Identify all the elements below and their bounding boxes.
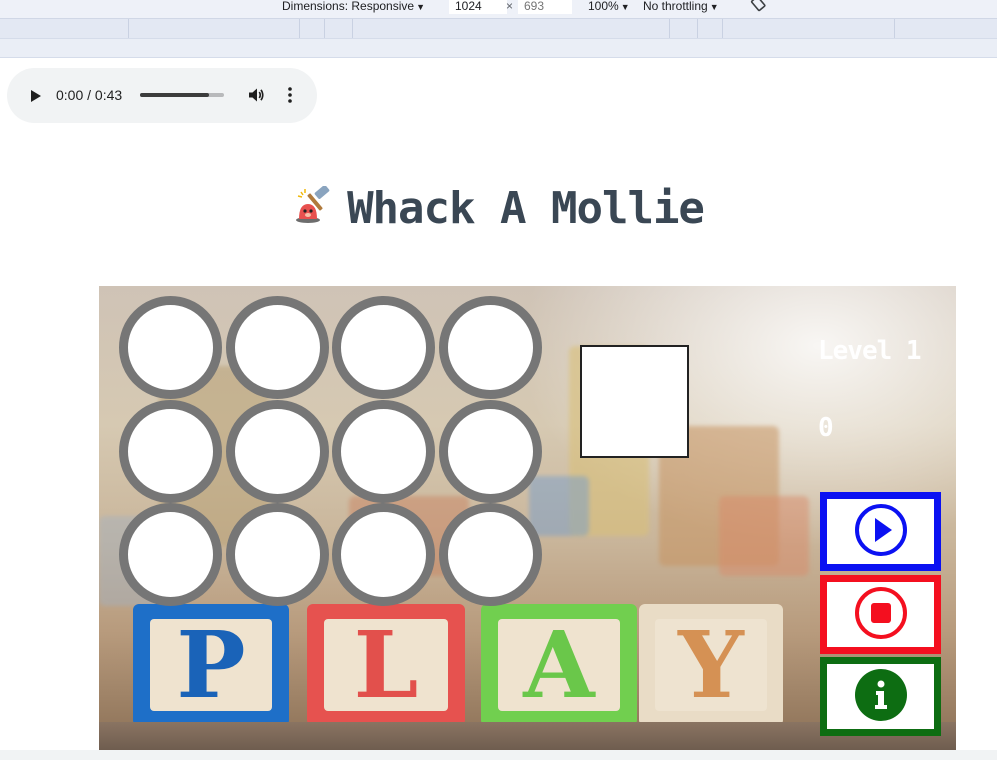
height-input[interactable]: [518, 0, 572, 14]
block-y: Y: [639, 604, 783, 726]
block-letter: P: [176, 611, 246, 719]
play-circle-icon: [854, 503, 908, 561]
block-p: P: [133, 604, 289, 726]
mole-hole[interactable]: [119, 399, 222, 503]
bottom-strip: [0, 750, 997, 760]
mole-hole[interactable]: [438, 296, 542, 399]
mole-preview-box: [580, 345, 689, 458]
info-button[interactable]: [820, 657, 941, 736]
play-icon[interactable]: [29, 88, 43, 107]
mole-hole[interactable]: [438, 399, 542, 503]
caret-down-icon: ▼: [620, 2, 630, 12]
mole-holes-grid: [119, 296, 545, 607]
mole-hole[interactable]: [438, 503, 542, 606]
game-board: P L A Y Level 1 0: [99, 286, 956, 750]
audio-progress-slider[interactable]: [140, 93, 224, 97]
mole-hole[interactable]: [119, 503, 222, 606]
audio-time: 0:00 / 0:43: [56, 87, 123, 103]
rotate-icon[interactable]: [750, 0, 768, 15]
caret-down-icon: ▼: [416, 2, 425, 12]
audio-progress-fill: [140, 93, 209, 97]
block-letter: L: [353, 611, 419, 719]
score-value: 0: [818, 413, 834, 443]
audio-player[interactable]: 0:00 / 0:43: [7, 68, 317, 123]
zoom-label: 100%: [588, 0, 619, 13]
times-separator: ×: [506, 0, 514, 13]
mole-hole[interactable]: [332, 296, 435, 399]
level-label: Level 1: [818, 336, 922, 366]
zoom-dropdown[interactable]: 100% ▼: [588, 0, 630, 14]
mole-hole[interactable]: [225, 503, 329, 606]
block-letter: A: [523, 611, 595, 719]
dimensions-label: Dimensions: Responsive: [282, 0, 415, 13]
device-ruler: [0, 38, 997, 58]
media-query-bar[interactable]: [0, 18, 997, 38]
mole-hole[interactable]: [119, 296, 222, 399]
page-header: Whack A Mollie: [0, 178, 997, 238]
dimensions-dropdown[interactable]: Dimensions: Responsive ▼: [282, 0, 425, 14]
play-button[interactable]: [820, 492, 941, 571]
block-a: A: [481, 604, 637, 726]
caret-down-icon: ▼: [709, 2, 719, 12]
stop-circle-icon: [854, 586, 908, 644]
stop-button[interactable]: [820, 575, 941, 654]
mole-hole[interactable]: [332, 503, 435, 606]
throttling-label: No throttling: [643, 0, 708, 13]
block-l: L: [307, 604, 465, 726]
devtools-toolbar: Dimensions: Responsive▼ × 100%▼ No throt…: [0, 0, 997, 18]
width-input[interactable]: [449, 0, 507, 14]
block-letter: Y: [678, 611, 744, 719]
volume-icon[interactable]: [247, 86, 265, 108]
more-options-icon[interactable]: [284, 86, 296, 108]
mole-hole[interactable]: [225, 399, 329, 503]
info-icon: [854, 668, 908, 726]
hammer-mole-icon: [293, 185, 333, 230]
mole-hole[interactable]: [332, 399, 435, 503]
page-title: Whack A Mollie: [347, 182, 705, 234]
mole-hole[interactable]: [225, 296, 329, 399]
throttling-dropdown[interactable]: No throttling ▼: [643, 0, 719, 14]
